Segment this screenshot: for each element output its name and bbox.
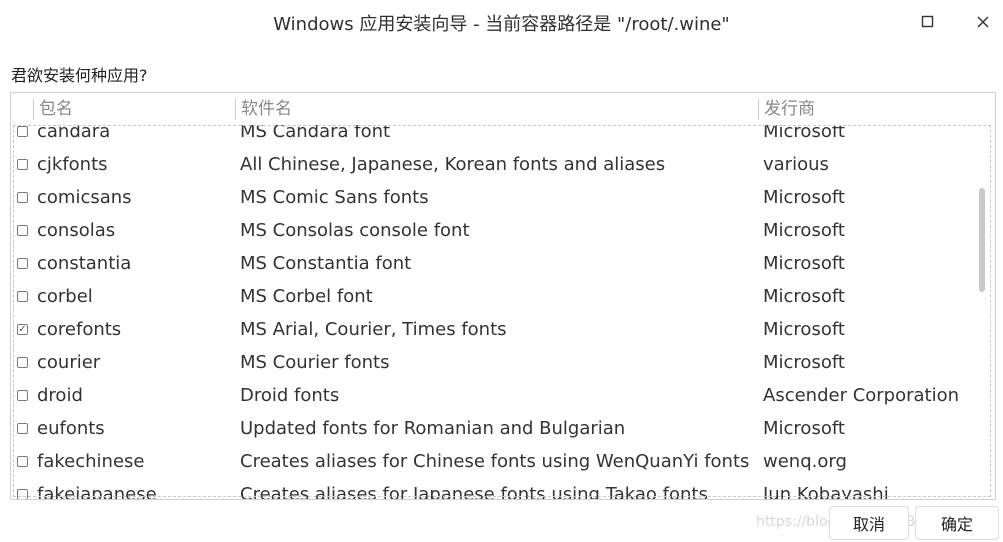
row-checkbox[interactable] bbox=[17, 126, 28, 137]
table-row[interactable]: eufonts Updated fonts for Romanian and Bu… bbox=[11, 413, 995, 446]
cell-software-name: Creates aliases for Chinese fonts using … bbox=[240, 451, 750, 472]
cell-publisher: Jun Kobayashi bbox=[763, 484, 889, 500]
table-row[interactable]: comicsans MS Comic Sans fonts Microsoft bbox=[11, 182, 995, 215]
cell-software-name: MS Courier fonts bbox=[240, 352, 390, 373]
row-checkbox[interactable] bbox=[17, 192, 28, 203]
cell-package: corbel bbox=[37, 286, 93, 307]
row-checkbox[interactable] bbox=[17, 423, 28, 434]
cell-software-name: MS Comic Sans fonts bbox=[240, 187, 429, 208]
cell-software-name: Droid fonts bbox=[240, 385, 340, 406]
row-checkbox[interactable]: ✓ bbox=[17, 324, 28, 335]
table-row[interactable]: ✓ corefonts MS Arial, Courier, Times fonts… bbox=[11, 314, 995, 347]
cell-package: droid bbox=[37, 385, 83, 406]
cell-publisher: Microsoft bbox=[763, 220, 845, 241]
table-row[interactable]: consolas MS Consolas console font Microsof… bbox=[11, 215, 995, 248]
cell-package: fakejapanese bbox=[37, 484, 157, 500]
row-checkbox[interactable] bbox=[17, 225, 28, 236]
cell-software-name: MS Consolas console font bbox=[240, 220, 470, 241]
cell-publisher: Ascender Corporation bbox=[763, 385, 960, 406]
cell-software-name: MS Arial, Courier, Times fonts bbox=[240, 319, 507, 340]
table-header: 包名 软件名 发行商 bbox=[11, 93, 995, 125]
cell-software-name: Updated fonts for Romanian and Bulgarian bbox=[240, 418, 626, 439]
window-title: Windows 应用安装向导 - 当前容器路径是 "/root/.wine" bbox=[273, 14, 730, 35]
table-row[interactable]: droid Droid fonts Ascender Corporation bbox=[11, 380, 995, 413]
cell-package: cjkfonts bbox=[37, 154, 108, 175]
cell-publisher: Microsoft bbox=[763, 418, 845, 439]
row-checkbox[interactable] bbox=[17, 258, 28, 269]
table-row[interactable]: fakejapanese Creates aliases for Japanese… bbox=[11, 479, 995, 500]
table-row[interactable]: cjkfonts All Chinese, Japanese, Korean fo… bbox=[11, 149, 995, 182]
table-row[interactable]: courier MS Courier fonts Microsoft bbox=[11, 347, 995, 380]
cell-software-name: MS Corbel font bbox=[240, 286, 373, 307]
maximize-icon bbox=[921, 15, 934, 28]
cell-software-name: All Chinese, Japanese, Korean fonts and … bbox=[240, 154, 666, 175]
vertical-scrollbar[interactable] bbox=[979, 188, 985, 292]
row-checkbox[interactable] bbox=[17, 159, 28, 170]
cell-publisher: various bbox=[763, 154, 829, 175]
package-list: candara MS Candara font Microsoft cjkfonts A… bbox=[11, 116, 995, 500]
table-row[interactable]: constantia MS Constantia font Microsoft bbox=[11, 248, 995, 281]
cell-package: corefonts bbox=[37, 319, 122, 340]
cell-publisher: Microsoft bbox=[763, 286, 845, 307]
cell-package: constantia bbox=[37, 253, 132, 274]
cell-software-name: Creates aliases for Japanese fonts using… bbox=[240, 484, 708, 500]
cell-package: eufonts bbox=[37, 418, 105, 439]
column-header-package[interactable]: 包名 bbox=[33, 98, 234, 120]
table-row[interactable]: corbel MS Corbel font Microsoft bbox=[11, 281, 995, 314]
cell-software-name: MS Constantia font bbox=[240, 253, 412, 274]
cell-package: courier bbox=[37, 352, 101, 373]
maximize-button[interactable] bbox=[914, 8, 942, 36]
row-checkbox[interactable] bbox=[17, 357, 28, 368]
cell-package: comicsans bbox=[37, 187, 132, 208]
row-checkbox[interactable] bbox=[17, 456, 28, 467]
checkmark-icon: ✓ bbox=[18, 323, 27, 335]
column-header-software-name[interactable]: 软件名 bbox=[235, 98, 757, 120]
close-button[interactable] bbox=[969, 8, 997, 36]
title-bar: Windows 应用安装向导 - 当前容器路径是 "/root/.wine" bbox=[0, 0, 1003, 44]
cell-publisher: wenq.org bbox=[763, 451, 847, 472]
cell-package: consolas bbox=[37, 220, 116, 241]
cancel-button[interactable]: 取消 bbox=[829, 506, 909, 540]
ok-button[interactable]: 确定 bbox=[915, 506, 999, 540]
table-row[interactable]: fakechinese Creates aliases for Chinese f… bbox=[11, 446, 995, 479]
cell-package: fakechinese bbox=[37, 451, 145, 472]
cell-publisher: Microsoft bbox=[763, 319, 845, 340]
cell-publisher: Microsoft bbox=[763, 352, 845, 373]
cell-publisher: Microsoft bbox=[763, 253, 845, 274]
row-checkbox[interactable] bbox=[17, 489, 28, 499]
row-checkbox[interactable] bbox=[17, 390, 28, 401]
column-header-publisher[interactable]: 发行商 bbox=[758, 98, 984, 120]
cell-publisher: Microsoft bbox=[763, 187, 845, 208]
close-icon bbox=[977, 16, 989, 28]
row-checkbox[interactable] bbox=[17, 291, 28, 302]
package-table: candara MS Candara font Microsoft cjkfonts A… bbox=[10, 92, 996, 500]
prompt-label: 君欲安装何种应用? bbox=[11, 66, 148, 85]
